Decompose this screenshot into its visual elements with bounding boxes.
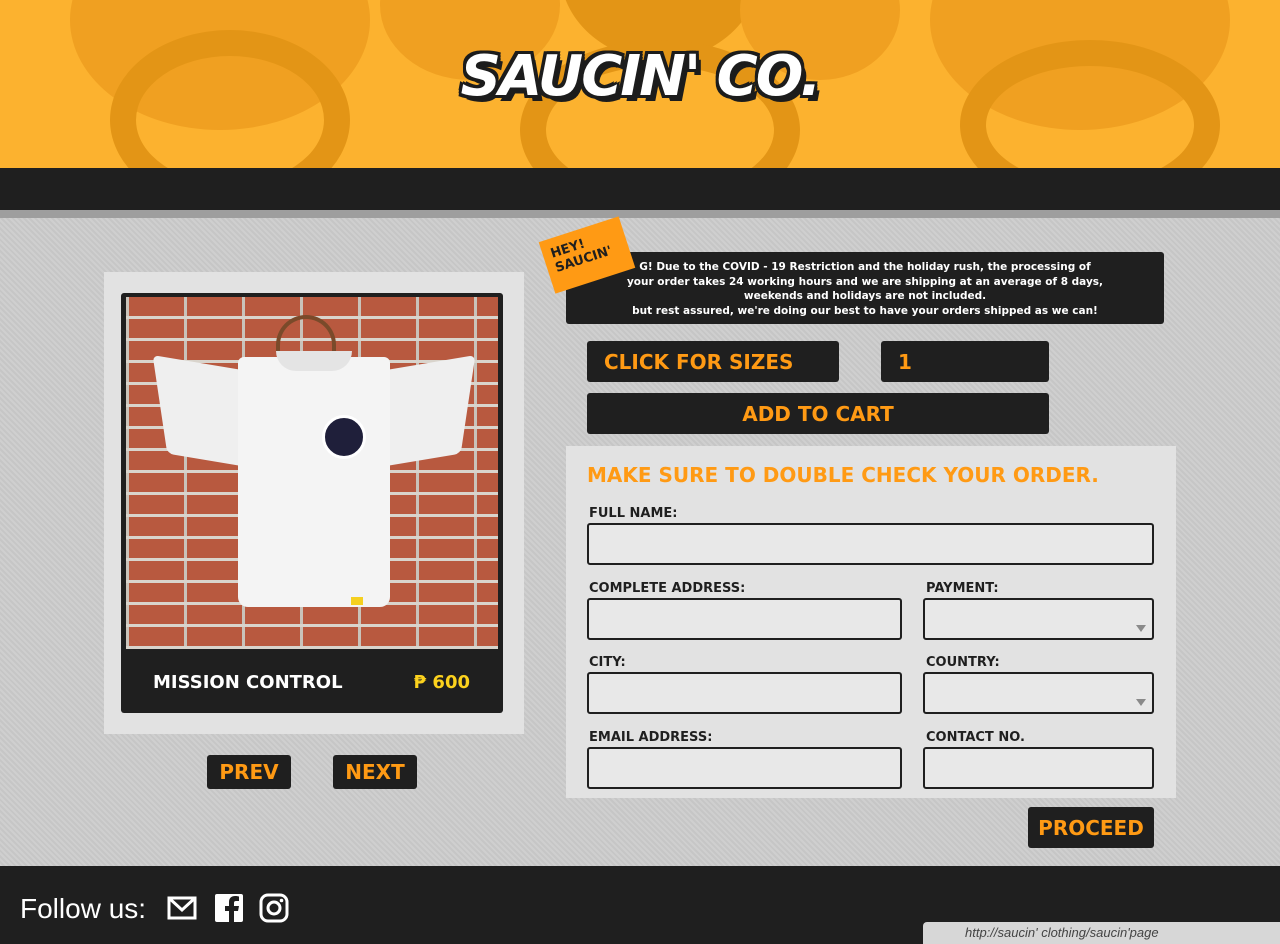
shirt-graphic xyxy=(238,357,390,607)
notice-banner: G! Due to the COVID - 19 Restriction and… xyxy=(566,252,1164,324)
add-to-cart-button[interactable]: ADD TO CART xyxy=(587,393,1049,434)
hanger-graphic xyxy=(276,315,336,351)
product-price: ₱ 600 xyxy=(413,672,470,693)
nav-shadow xyxy=(0,210,1280,218)
full-name-input[interactable] xyxy=(587,523,1154,565)
email-label: EMAIL ADDRESS: xyxy=(589,730,713,745)
full-name-label: FULL NAME: xyxy=(589,506,678,521)
product-name: MISSION CONTROL xyxy=(153,672,343,693)
shirt-collar xyxy=(276,351,352,371)
follow-label: Follow us: xyxy=(20,893,147,924)
chevron-down-icon xyxy=(1136,625,1146,632)
shirt-tag xyxy=(351,597,363,605)
shirt-print xyxy=(322,415,366,459)
site-header: SAUCIN' CO. xyxy=(0,0,1280,168)
sizes-button[interactable]: CLICK FOR SIZES xyxy=(587,341,839,382)
contact-input[interactable] xyxy=(923,747,1154,789)
nav-bar xyxy=(0,168,1280,210)
chevron-down-icon xyxy=(1136,699,1146,706)
city-input[interactable] xyxy=(587,672,902,714)
quantity-field[interactable]: 1 xyxy=(881,341,1049,382)
city-label: CITY: xyxy=(589,655,626,670)
country-select[interactable] xyxy=(923,672,1154,714)
instagram-icon[interactable] xyxy=(259,893,289,923)
notice-line: but rest assured, we're doing our best t… xyxy=(632,304,1098,317)
form-title: MAKE SURE TO DOUBLE CHECK YOUR ORDER. xyxy=(587,463,1099,487)
mail-icon[interactable] xyxy=(167,893,197,923)
product-image xyxy=(126,297,498,649)
country-label: COUNTRY: xyxy=(926,655,1000,670)
payment-select[interactable] xyxy=(923,598,1154,640)
email-input[interactable] xyxy=(587,747,902,789)
notice-line: weekends and holidays are not included. xyxy=(743,290,987,302)
notice-line: your order takes 24 working hours and we… xyxy=(626,275,1104,288)
notice-line: G! Due to the COVID - 19 Restriction and… xyxy=(639,261,1091,273)
address-input[interactable] xyxy=(587,598,902,640)
proceed-button[interactable]: PROCEED xyxy=(1028,807,1154,848)
prev-button[interactable]: PREV xyxy=(207,755,291,789)
next-button[interactable]: NEXT xyxy=(333,755,417,789)
address-label: COMPLETE ADDRESS: xyxy=(589,581,746,596)
contact-label: CONTACT NO. xyxy=(926,730,1025,745)
status-bar-url: http://saucin' clothing/saucin'page xyxy=(923,922,1280,944)
facebook-icon[interactable] xyxy=(214,893,244,923)
payment-label: PAYMENT: xyxy=(926,581,999,596)
site-logo[interactable]: SAUCIN' CO. xyxy=(0,44,1280,109)
